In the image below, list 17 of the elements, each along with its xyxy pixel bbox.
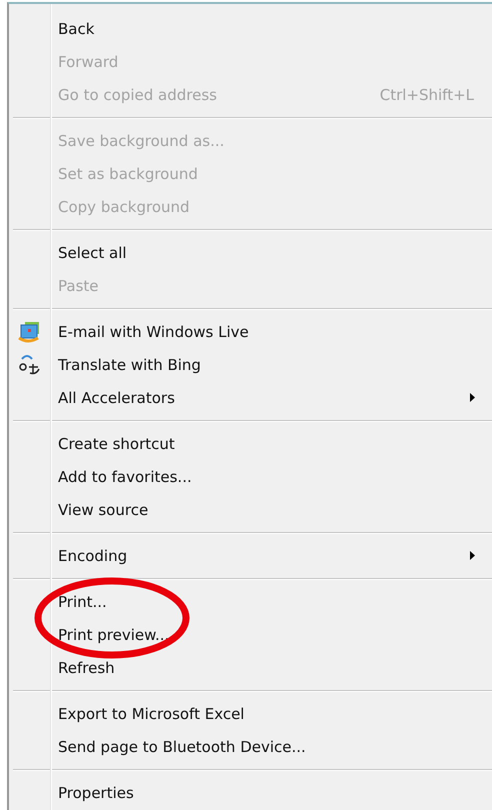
menu-item[interactable]: E-mail with Windows Live (9, 315, 492, 348)
menu-item[interactable]: Properties (9, 776, 492, 809)
menu-item[interactable]: Encoding (9, 539, 492, 572)
menu-item[interactable]: Translate with Bing (9, 348, 492, 381)
translate-icon (18, 353, 42, 377)
shortcut-text: Ctrl+Shift+L (380, 86, 474, 104)
menu-item[interactable]: Print... (9, 585, 492, 618)
menu-item[interactable]: Select all (9, 236, 492, 269)
menu-item[interactable]: Send page to Bluetooth Device... (9, 730, 492, 763)
menu-item[interactable]: Print preview... (9, 618, 492, 651)
menu-item[interactable]: Add to favorites... (9, 460, 492, 493)
menu-item[interactable]: Back (9, 12, 492, 45)
menu-item[interactable]: Export to Microsoft Excel (9, 697, 492, 730)
menu-item[interactable]: Refresh (9, 651, 492, 684)
menu-item[interactable]: Create shortcut (9, 427, 492, 460)
menu-item[interactable]: All Accelerators (9, 381, 492, 414)
menu-item[interactable]: View source (9, 493, 492, 526)
